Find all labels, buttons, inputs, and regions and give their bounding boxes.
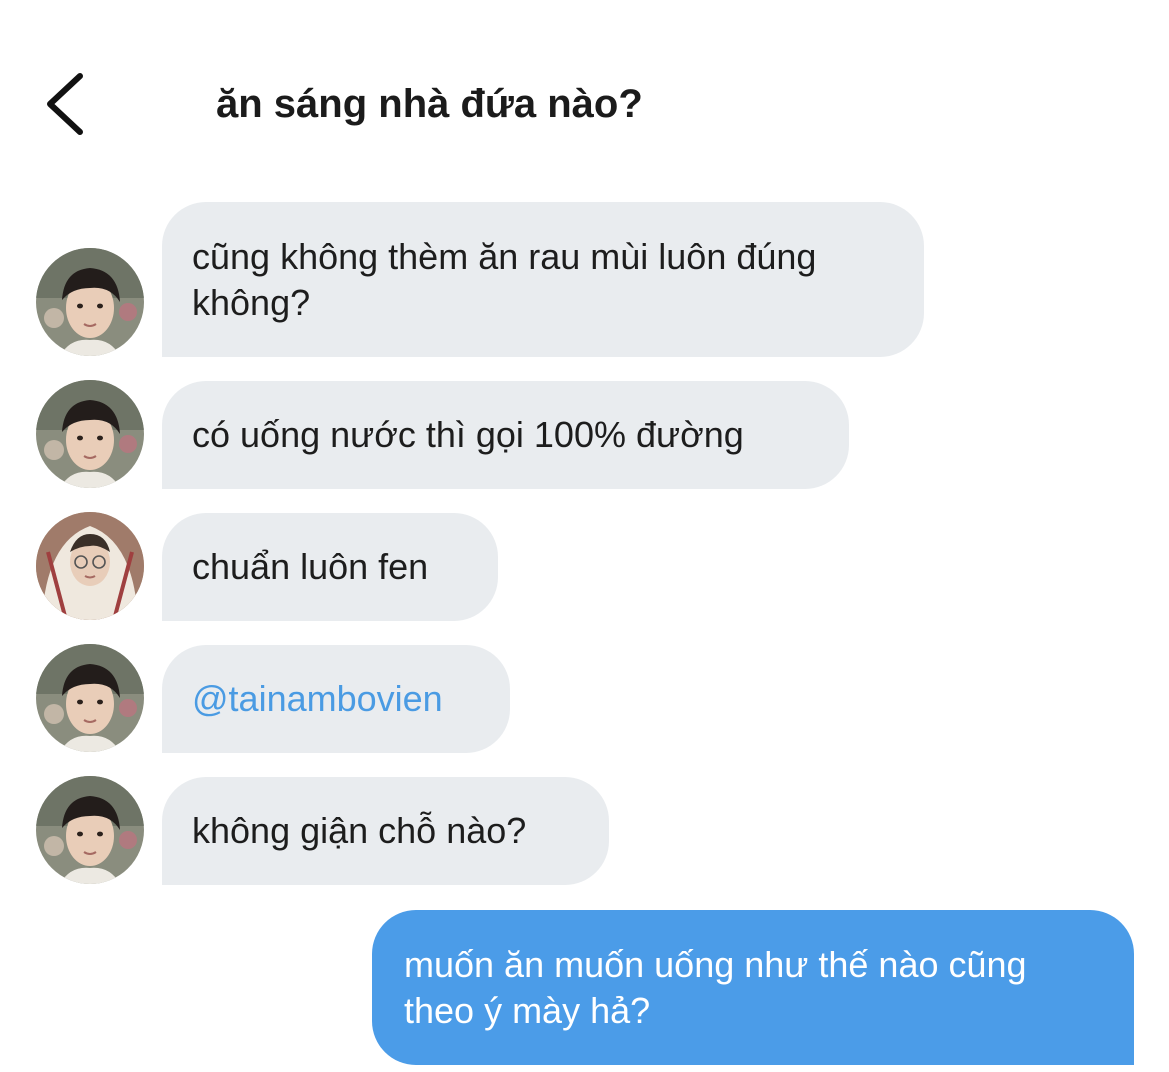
sender-avatar[interactable]: [36, 644, 144, 752]
chat-header: ăn sáng nhà đứa nào?: [0, 0, 1169, 180]
message-text: có uống nước thì gọi 100% đường: [192, 414, 744, 455]
message-bubble[interactable]: chuẩn luôn fen: [162, 513, 498, 621]
message-bubble-sent[interactable]: muốn ăn muốn uống như thế nào cũng theo …: [372, 910, 1134, 1065]
message-text: không giận chỗ nào?: [192, 810, 527, 851]
message-text: muốn ăn muốn uống như thế nào cũng theo …: [404, 943, 1027, 1031]
sender-avatar[interactable]: [36, 776, 144, 884]
mention-link[interactable]: @tainambovien: [192, 676, 443, 722]
message-bubble[interactable]: @tainambovien: [162, 645, 510, 753]
sender-avatar[interactable]: [36, 512, 144, 620]
message-text: chuẩn luôn fen: [192, 546, 429, 587]
sender-avatar[interactable]: [36, 248, 144, 356]
conversation-title: ăn sáng nhà đứa nào?: [216, 82, 643, 126]
message-bubble[interactable]: có uống nước thì gọi 100% đường: [162, 381, 849, 489]
sender-avatar[interactable]: [36, 380, 144, 488]
message-text: cũng không thèm ăn rau mùi luôn đúng khô…: [192, 235, 817, 323]
message-bubble[interactable]: không giận chỗ nào?: [162, 777, 609, 885]
chevron-left-icon: [47, 73, 83, 135]
back-button[interactable]: [36, 66, 100, 142]
message-bubble[interactable]: cũng không thèm ăn rau mùi luôn đúng khô…: [162, 202, 924, 357]
